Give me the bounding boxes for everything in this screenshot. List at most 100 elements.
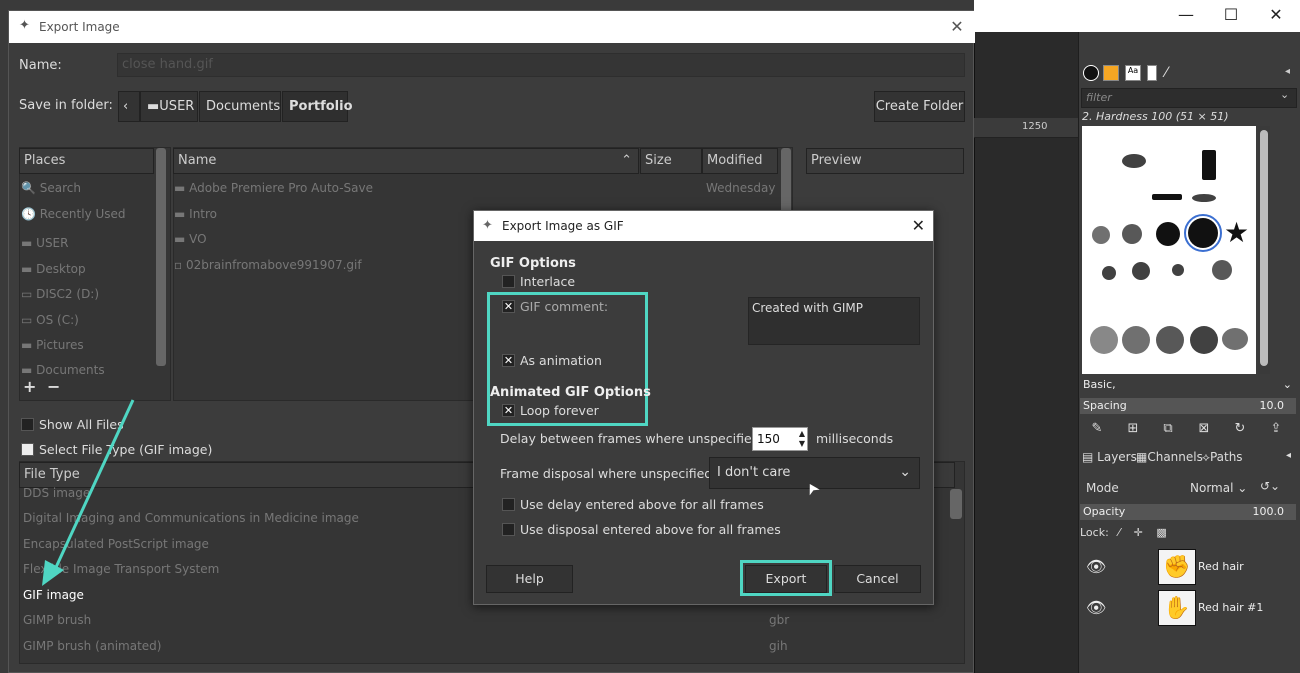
places-pictures[interactable]: ▬ Pictures — [21, 338, 84, 352]
places-search-label: Search — [39, 181, 81, 195]
new-brush-icon[interactable]: ⊞ — [1125, 421, 1141, 437]
lock-pixels-icon[interactable]: ⁄ — [1118, 526, 1120, 539]
gif-comment-checkbox[interactable]: ✕ — [502, 300, 515, 313]
brush-grid[interactable]: ★ — [1082, 126, 1256, 374]
help-button[interactable]: Help — [486, 565, 573, 593]
tab-layers[interactable]: ▤ Layers — [1082, 450, 1137, 464]
layer-row[interactable]: 👁 ✋ Red hair #1 — [1080, 588, 1298, 628]
edit-brush-icon[interactable]: ✎ — [1089, 421, 1105, 437]
create-folder-button[interactable]: Create Folder — [874, 91, 965, 122]
file-row[interactable]: ▬ Adobe Premiere Pro Auto-Save — [174, 181, 373, 195]
file-type-scrollbar[interactable] — [950, 489, 962, 519]
dock-menu-icon[interactable]: ◂ — [1286, 450, 1291, 461]
file-type-row[interactable]: Flexible Image Transport System — [23, 562, 219, 576]
reset-mode-icon[interactable]: ↺⌄ — [1260, 479, 1280, 493]
interlace-checkbox[interactable] — [502, 275, 515, 288]
tab-channels-label: Channels — [1147, 450, 1203, 464]
document-tab-icon[interactable] — [1147, 65, 1157, 81]
places-documents[interactable]: ▬ Documents — [21, 363, 105, 377]
layer-row[interactable]: 👁 ✊ Red hair — [1080, 547, 1298, 587]
minimize-button[interactable]: — — [1166, 4, 1206, 26]
places-os[interactable]: ▭ OS (C:) — [21, 313, 79, 327]
file-type-row[interactable]: DDS image — [23, 486, 90, 500]
file-type-row[interactable]: Encapsulated PostScript image — [23, 537, 209, 551]
delay-unit-label: milliseconds — [816, 431, 894, 446]
as-animation-checkbox[interactable]: ✕ — [502, 354, 515, 367]
fonts-tab-icon[interactable]: Aa — [1125, 65, 1141, 81]
breadcrumb-documents[interactable]: Documents — [199, 91, 281, 122]
filename-input[interactable]: close hand.gif — [117, 53, 965, 77]
chevron-down-icon[interactable]: ⌄ — [1280, 88, 1289, 101]
layer-name: Red hair — [1198, 560, 1244, 573]
gimp-logo-icon: ✦ — [482, 218, 493, 233]
layer-thumbnail: ✊ — [1158, 549, 1196, 585]
spin-arrows-icon[interactable]: ▲ ▼ — [799, 429, 805, 449]
loop-forever-checkbox[interactable]: ✕ — [502, 404, 515, 417]
show-all-files-checkbox[interactable] — [21, 418, 34, 431]
delete-brush-icon[interactable]: ⊠ — [1196, 421, 1212, 437]
spacing-slider[interactable]: Spacing 10.0 — [1080, 398, 1296, 414]
lock-label: Lock: — [1080, 526, 1109, 539]
expander-icon[interactable] — [21, 443, 34, 456]
cancel-button[interactable]: Cancel — [834, 565, 921, 593]
lock-position-icon[interactable]: ✛ — [1134, 526, 1143, 539]
mode-select[interactable]: Normal ⌄ — [1190, 481, 1247, 495]
add-bookmark-button[interactable]: + — [23, 377, 36, 396]
gif-comment-textarea[interactable]: Created with GIMP — [748, 297, 920, 345]
breadcrumb-user[interactable]: ▬USER — [140, 91, 198, 122]
places-desktop[interactable]: ▬ Desktop — [21, 262, 86, 276]
file-row[interactable]: ▬ Intro — [174, 207, 217, 221]
brush-preset-select[interactable]: Basic, ⌄ — [1080, 378, 1296, 396]
file-type-ext: gbr — [769, 613, 790, 627]
file-type-row-selected[interactable]: GIF image — [23, 588, 84, 602]
column-name[interactable]: Name ⌃ — [173, 148, 639, 174]
lock-alpha-icon[interactable]: ▩ — [1156, 526, 1166, 539]
close-icon[interactable]: ✕ — [912, 216, 925, 235]
close-window-button[interactable]: ✕ — [1256, 4, 1296, 26]
breadcrumb-portfolio[interactable]: Portfolio — [282, 91, 353, 122]
opacity-slider[interactable]: Opacity 100.0 — [1080, 504, 1296, 520]
eye-icon[interactable]: 👁 — [1086, 557, 1106, 576]
places-user[interactable]: ▬ USER — [21, 236, 68, 250]
export-button[interactable]: Export — [745, 565, 827, 593]
gif-comment-label: GIF comment: — [520, 299, 609, 314]
open-as-image-icon[interactable]: ⇪ — [1268, 421, 1284, 437]
dock-menu-icon[interactable]: ◂ — [1285, 66, 1290, 77]
brush-filter-input[interactable]: filter — [1081, 88, 1297, 108]
tab-paths[interactable]: ⟡Paths — [1202, 450, 1243, 465]
eye-icon[interactable]: 👁 — [1086, 598, 1106, 617]
select-file-type-expander[interactable]: Select File Type (GIF image) — [39, 442, 212, 457]
show-all-files-label: Show All Files — [39, 417, 124, 432]
file-type-row[interactable]: GIMP brush — [23, 613, 91, 627]
file-row[interactable]: ▬ VO — [174, 232, 207, 246]
file-type-row[interactable]: GIMP brush (animated) — [23, 639, 161, 653]
patterns-tab-icon[interactable] — [1103, 65, 1119, 81]
spacing-label: Spacing — [1083, 399, 1127, 412]
maximize-button[interactable]: ☐ — [1211, 4, 1251, 26]
places-search[interactable]: 🔍 Search — [21, 181, 81, 195]
remove-bookmark-button[interactable]: − — [47, 377, 60, 396]
loop-forever-label: Loop forever — [520, 403, 599, 418]
tab-channels[interactable]: ▦Channels — [1136, 450, 1203, 464]
file-name: Intro — [189, 207, 218, 221]
refresh-brushes-icon[interactable]: ↻ — [1232, 421, 1248, 437]
brush-scrollbar-thumb[interactable] — [1260, 130, 1268, 366]
brushes-tab-icon[interactable] — [1083, 65, 1099, 81]
places-disc2[interactable]: ▭ DISC2 (D:) — [21, 287, 99, 301]
paintbrush-tab-icon[interactable]: ⁄ — [1165, 65, 1181, 81]
use-disposal-checkbox[interactable] — [502, 523, 515, 536]
column-name-label: Name — [178, 153, 217, 168]
duplicate-brush-icon[interactable]: ⧉ — [1160, 421, 1176, 437]
breadcrumb-back-button[interactable]: ‹ — [118, 91, 140, 122]
use-delay-label: Use delay entered above for all frames — [520, 497, 764, 512]
column-modified[interactable]: Modified — [702, 148, 778, 174]
column-size[interactable]: Size — [640, 148, 702, 174]
places-scrollbar[interactable] — [156, 148, 166, 366]
places-recent[interactable]: 🕓 Recently Used — [21, 207, 126, 221]
file-row[interactable]: ▫ 02brainfromabove991907.gif — [174, 258, 362, 272]
delay-spinner[interactable]: 150 ▲ ▼ — [752, 427, 808, 451]
close-icon[interactable]: ✕ — [947, 17, 967, 37]
as-animation-label: As animation — [520, 353, 602, 368]
use-delay-checkbox[interactable] — [502, 498, 515, 511]
file-type-row[interactable]: Digital Imaging and Communications in Me… — [23, 511, 359, 525]
